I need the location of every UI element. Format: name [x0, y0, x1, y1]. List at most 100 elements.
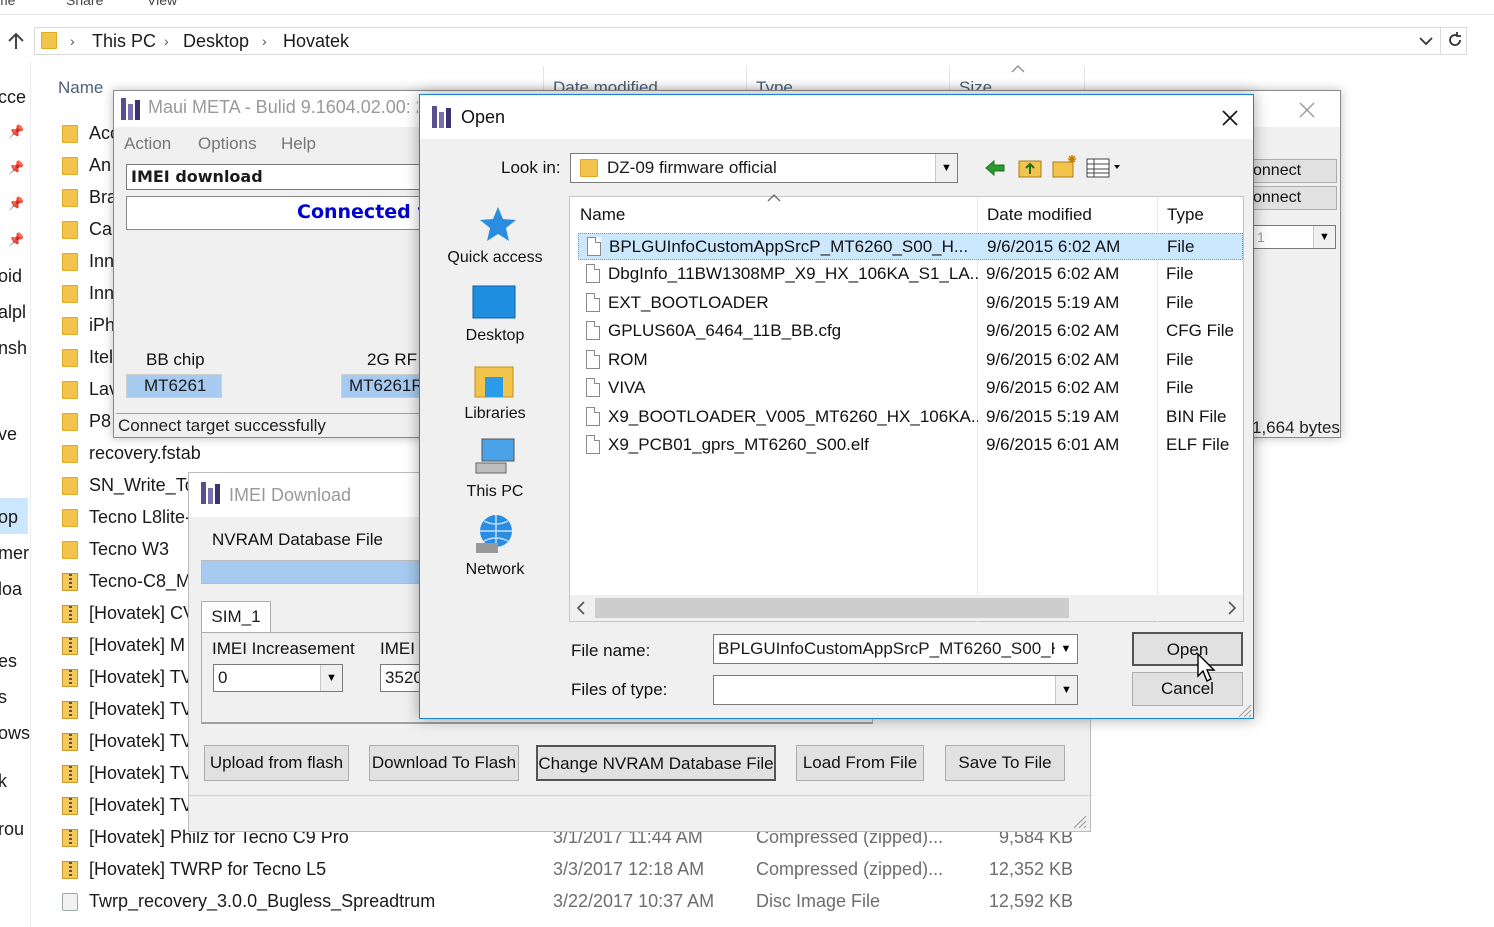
list-item[interactable]: Itel	[89, 347, 113, 368]
chevron-down-icon[interactable]: ▼	[1055, 635, 1077, 663]
breadcrumb-desktop[interactable]: Desktop	[183, 31, 249, 52]
menu-action[interactable]: Action	[124, 134, 171, 154]
save-to-file-button[interactable]: Save To File	[945, 745, 1065, 781]
list-item[interactable]: Tecno W3	[89, 539, 169, 560]
chevron-down-icon[interactable]: ▼	[320, 665, 342, 691]
ribbon-tab-home[interactable]: me	[0, 0, 15, 8]
up-folder-icon[interactable]	[1017, 155, 1043, 179]
file-row[interactable]: X9_BOOTLOADER_V005_MT6260_HX_106KA... 9/…	[578, 404, 1243, 431]
change-nvram-button[interactable]: Change NVRAM Database File	[536, 745, 776, 781]
list-item[interactable]: [Hovatek] TV	[89, 763, 193, 784]
download-to-flash-button[interactable]: Download To Flash	[369, 745, 519, 781]
list-item[interactable]: Tecno L8lite-	[89, 507, 191, 528]
file-row-selected[interactable]: BPLGUInfoCustomAppSrcP_MT6260_S00_H... 9…	[578, 233, 1243, 260]
nav-item[interactable]: oid	[0, 266, 22, 287]
file-row[interactable]: DbgInfo_11BW1308MP_X9_HX_106KA_S1_LA... …	[578, 261, 1243, 288]
file-row[interactable]: GPLUS60A_6464_11B_BB.cfg 9/6/2015 6:02 A…	[578, 318, 1243, 345]
tab-sim-1[interactable]: SIM_1	[201, 601, 271, 633]
list-item[interactable]: recovery.fstab	[89, 443, 201, 464]
chevron-left-icon[interactable]	[576, 601, 586, 615]
imei-increment-select[interactable]: 0 ▼	[213, 664, 343, 692]
nav-item[interactable]: ve	[0, 424, 17, 445]
zip-file-icon	[62, 861, 78, 879]
table-row-date: 3/22/2017 10:37 AM	[553, 891, 715, 911]
nav-item[interactable]: nsh	[0, 338, 27, 359]
nav-item[interactable]: cce	[0, 87, 26, 108]
nav-item[interactable]: ows	[0, 723, 30, 744]
places-network[interactable]: Network	[440, 561, 550, 579]
connect-button[interactable]: onnect	[1252, 159, 1337, 183]
upload-from-flash-button[interactable]: Upload from flash	[204, 745, 349, 781]
close-icon[interactable]	[1298, 101, 1316, 119]
disconnect-button[interactable]: onnect	[1252, 186, 1337, 210]
ribbon-tab-view[interactable]: View	[147, 0, 177, 8]
open-button[interactable]: Open	[1132, 632, 1243, 666]
list-item[interactable]: Inn	[89, 283, 114, 304]
file-row[interactable]: ROM 9/6/2015 6:02 AM File	[578, 347, 1243, 374]
chevron-down-icon[interactable]	[1418, 34, 1434, 48]
table-row-name[interactable]: Twrp_recovery_3.0.0_Bugless_Spreadtrum	[89, 891, 435, 912]
list-item[interactable]: [Hovatek] TV	[89, 731, 193, 752]
list-item[interactable]: [Hovatek] TV	[89, 699, 193, 720]
file-name-input[interactable]: BPLGUInfoCustomAppSrcP_MT6260_S00_HX ▼	[713, 634, 1078, 664]
chevron-right-icon[interactable]	[1227, 601, 1237, 615]
list-item[interactable]: iPh	[89, 315, 115, 336]
list-item[interactable]: [Hovatek] TV	[89, 667, 193, 688]
nav-item[interactable]: s	[0, 687, 7, 708]
resize-grip-icon[interactable]	[1236, 702, 1252, 718]
refresh-icon[interactable]	[1445, 30, 1465, 50]
list-item[interactable]: An	[89, 155, 111, 176]
column-header-name[interactable]: Name	[580, 205, 625, 225]
list-item[interactable]: [Hovatek] M	[89, 635, 185, 656]
list-item[interactable]: P8	[89, 411, 111, 432]
load-from-file-button[interactable]: Load From File	[796, 745, 924, 781]
mode-select[interactable]: IMEI download	[126, 164, 426, 190]
file-row[interactable]: X9_PCB01_gprs_MT6260_S00.elf 9/6/2015 6:…	[578, 432, 1243, 459]
places-desktop[interactable]: Desktop	[440, 327, 550, 345]
ribbon-tab-share[interactable]: Share	[66, 0, 103, 8]
menu-options[interactable]: Options	[198, 134, 257, 154]
nav-item[interactable]: es	[0, 651, 17, 672]
menu-help[interactable]: Help	[281, 134, 316, 154]
new-folder-icon[interactable]	[1051, 153, 1079, 179]
places-quick-access[interactable]: Quick access	[440, 249, 550, 267]
nav-item[interactable]: mer	[0, 543, 29, 564]
chevron-down-icon[interactable]: ▼	[1055, 676, 1077, 704]
nav-item[interactable]: rou	[0, 819, 24, 840]
nav-item[interactable]: k	[0, 771, 7, 792]
file-type-label: Files of type:	[571, 680, 668, 699]
list-item[interactable]: [Hovatek] TV	[89, 795, 193, 816]
close-icon[interactable]	[1220, 108, 1240, 128]
column-header-date[interactable]: Date modified	[987, 205, 1092, 225]
list-item[interactable]: [Hovatek] CV	[89, 603, 195, 624]
nav-item-selected[interactable]: op	[0, 507, 18, 528]
places-libraries[interactable]: Libraries	[440, 405, 550, 423]
breadcrumb-hovatek[interactable]: Hovatek	[283, 31, 349, 52]
chevron-down-icon[interactable]: ▼	[1313, 226, 1335, 248]
look-in-select[interactable]: DZ-09 firmware official ▼	[570, 153, 958, 183]
table-row-name[interactable]: [Hovatek] TWRP for Tecno L5	[89, 859, 326, 880]
view-menu-icon[interactable]	[1086, 157, 1126, 179]
nav-item[interactable]: alpl	[0, 302, 26, 323]
scrollbar-thumb[interactable]	[595, 598, 1069, 618]
column-header-name[interactable]: Name	[58, 78, 103, 98]
list-item[interactable]: SN_Write_To	[89, 475, 195, 496]
resize-grip-icon[interactable]	[1071, 813, 1087, 829]
back-arrow-icon[interactable]	[983, 157, 1007, 179]
nav-item[interactable]: loa	[0, 579, 22, 600]
file-row[interactable]: EXT_BOOTLOADER 9/6/2015 5:19 AM File	[578, 290, 1243, 317]
cancel-button[interactable]: Cancel	[1132, 672, 1243, 706]
file-row[interactable]: VIVA 9/6/2015 6:02 AM File	[578, 375, 1243, 402]
zip-file-icon	[62, 701, 78, 719]
file-type-select[interactable]: ▼	[713, 675, 1078, 705]
list-item[interactable]: Inn	[89, 251, 114, 272]
breadcrumb-this-pc[interactable]: This PC	[92, 31, 156, 52]
list-item[interactable]: Tecno-C8_M	[89, 571, 191, 592]
file-list[interactable]: Name Date modified Type BPLGUInfoCustomA…	[569, 194, 1244, 623]
right-select[interactable]: 1 ▼	[1252, 225, 1336, 249]
chevron-down-icon[interactable]: ▼	[935, 154, 957, 182]
places-this-pc[interactable]: This PC	[440, 483, 550, 501]
nvram-path-field[interactable]	[201, 560, 421, 584]
up-arrow-icon[interactable]	[6, 31, 26, 51]
column-header-type[interactable]: Type	[1167, 205, 1204, 225]
